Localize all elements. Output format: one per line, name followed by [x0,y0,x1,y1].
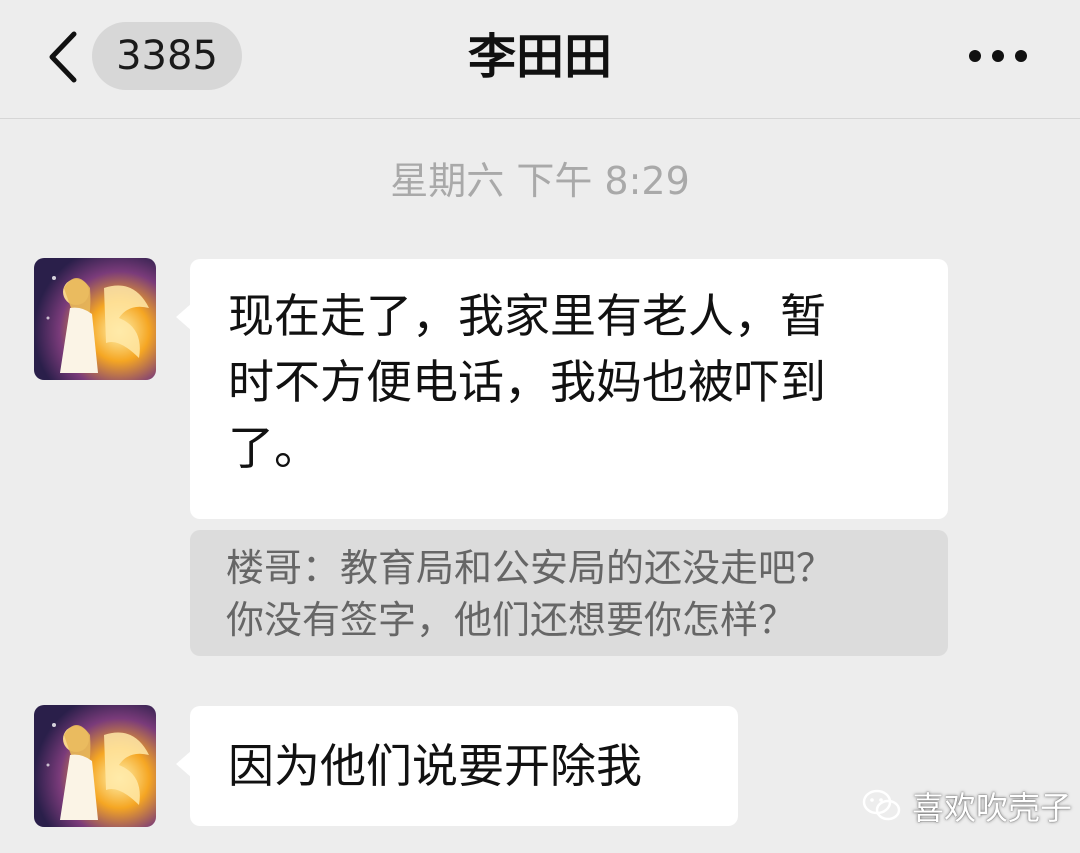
bubble-tail [176,303,192,331]
quote-line: 你没有签字，他们还想要你怎样？ [226,598,797,642]
back-button[interactable] [40,26,84,88]
more-button[interactable] [965,36,1031,76]
watermark-text: 喜欢吹壳子 [912,789,1073,827]
chevron-left-icon [49,31,77,83]
quoted-message[interactable]: 楼哥：教育局和公安局的还没走吧？ 你没有签字，他们还想要你怎样？ [190,530,948,656]
chat-header: 3385 李田田 [0,0,1080,119]
avatar[interactable] [34,258,156,380]
message-bubble[interactable]: 现在走了，我家里有老人，暂 时不方便电话，我妈也被吓到 了。 [176,259,948,519]
avatar-image-icon [34,705,156,827]
wechat-icon [862,789,901,821]
chat-title: 李田田 [467,29,612,85]
watermark: 喜欢吹壳子 [862,782,1072,830]
message-timestamp: 星期六 下午 8:29 [390,159,690,203]
message-bubble[interactable]: 因为他们说要开除我 [176,706,738,826]
unread-count-badge[interactable]: 3385 [92,22,242,90]
bubble-tail [176,750,192,778]
message-line: 时不方便电话，我妈也被吓到 [228,355,826,409]
message-line: 了。 [228,421,320,475]
ellipsis-icon [969,50,1027,62]
avatar-image-icon [34,258,156,380]
chat-screen: 3385 李田田 星期六 下午 8:29 现在走了，我家里有老人，暂 时不方便电… [0,0,1080,853]
message-line: 现在走了，我家里有老人，暂 [228,289,826,343]
avatar[interactable] [34,705,156,827]
message-line: 因为他们说要开除我 [228,739,642,793]
quote-line: 楼哥：教育局和公安局的还没走吧？ [226,546,835,590]
